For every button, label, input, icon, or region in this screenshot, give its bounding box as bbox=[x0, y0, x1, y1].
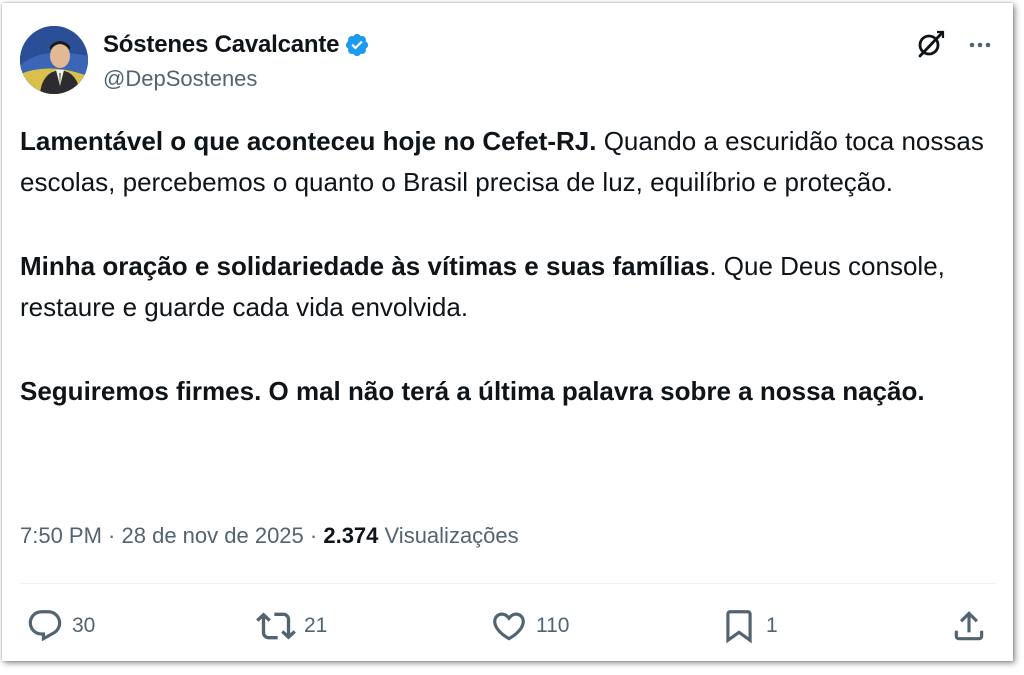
share-icon bbox=[954, 611, 984, 641]
tweet-action-bar: 30 21 110 1 bbox=[20, 606, 992, 646]
bookmark-icon bbox=[726, 610, 752, 644]
divider bbox=[20, 583, 996, 584]
bookmark-count: 1 bbox=[766, 614, 778, 637]
tweet-meta: 7:50 PM · 28 de nov de 2025 · 2.374 Visu… bbox=[20, 523, 519, 549]
avatar[interactable] bbox=[20, 26, 88, 94]
author-handle[interactable]: @DepSostenes bbox=[103, 66, 257, 92]
tweet-paragraph: Lamentável o que aconteceu hoje no Cefet… bbox=[20, 121, 995, 203]
like-icon bbox=[493, 612, 525, 641]
repost-icon bbox=[256, 612, 296, 640]
views-label: Visualizações bbox=[384, 523, 519, 548]
views-count: 2.374 bbox=[323, 523, 379, 548]
tweet-paragraph-bold: Seguiremos firmes. O mal não terá a últi… bbox=[20, 376, 925, 406]
repost-count: 21 bbox=[304, 614, 328, 637]
like-button[interactable]: 110 bbox=[490, 606, 569, 646]
reply-icon bbox=[28, 610, 62, 642]
meta-separator: · bbox=[303, 523, 324, 548]
verified-badge-icon bbox=[346, 33, 369, 57]
avatar-image bbox=[20, 26, 88, 94]
bookmark-button[interactable]: 1 bbox=[720, 606, 778, 646]
reply-count: 30 bbox=[72, 614, 96, 637]
tweet-time[interactable]: 7:50 PM bbox=[20, 523, 102, 549]
tweet-card: Sóstenes Cavalcante @DepSostenes Lamentá… bbox=[2, 3, 1013, 661]
tweet-text: Lamentável o que aconteceu hoje no Cefet… bbox=[20, 121, 995, 412]
repost-button[interactable]: 21 bbox=[256, 606, 327, 646]
like-count: 110 bbox=[536, 614, 570, 637]
tweet-paragraph-bold: Minha oração e solidariedade às vítimas … bbox=[20, 251, 710, 281]
meta-separator: · bbox=[101, 523, 122, 548]
tweet-paragraph-bold: Lamentável o que aconteceu hoje no Cefet… bbox=[20, 126, 597, 156]
tweet-paragraph: Minha oração e solidariedade às vítimas … bbox=[20, 246, 995, 328]
author-name-row: Sóstenes Cavalcante bbox=[103, 30, 370, 60]
tweet-paragraph: Seguiremos firmes. O mal não terá a últi… bbox=[20, 371, 995, 412]
reply-button[interactable]: 30 bbox=[26, 606, 95, 646]
more-icon[interactable] bbox=[967, 32, 993, 58]
author-name[interactable]: Sóstenes Cavalcante bbox=[103, 31, 340, 59]
share-button[interactable] bbox=[950, 606, 988, 646]
tweet-date[interactable]: 28 de nov de 2025 bbox=[122, 523, 304, 549]
grok-icon[interactable] bbox=[915, 30, 945, 60]
tweet-top-actions bbox=[915, 30, 993, 60]
